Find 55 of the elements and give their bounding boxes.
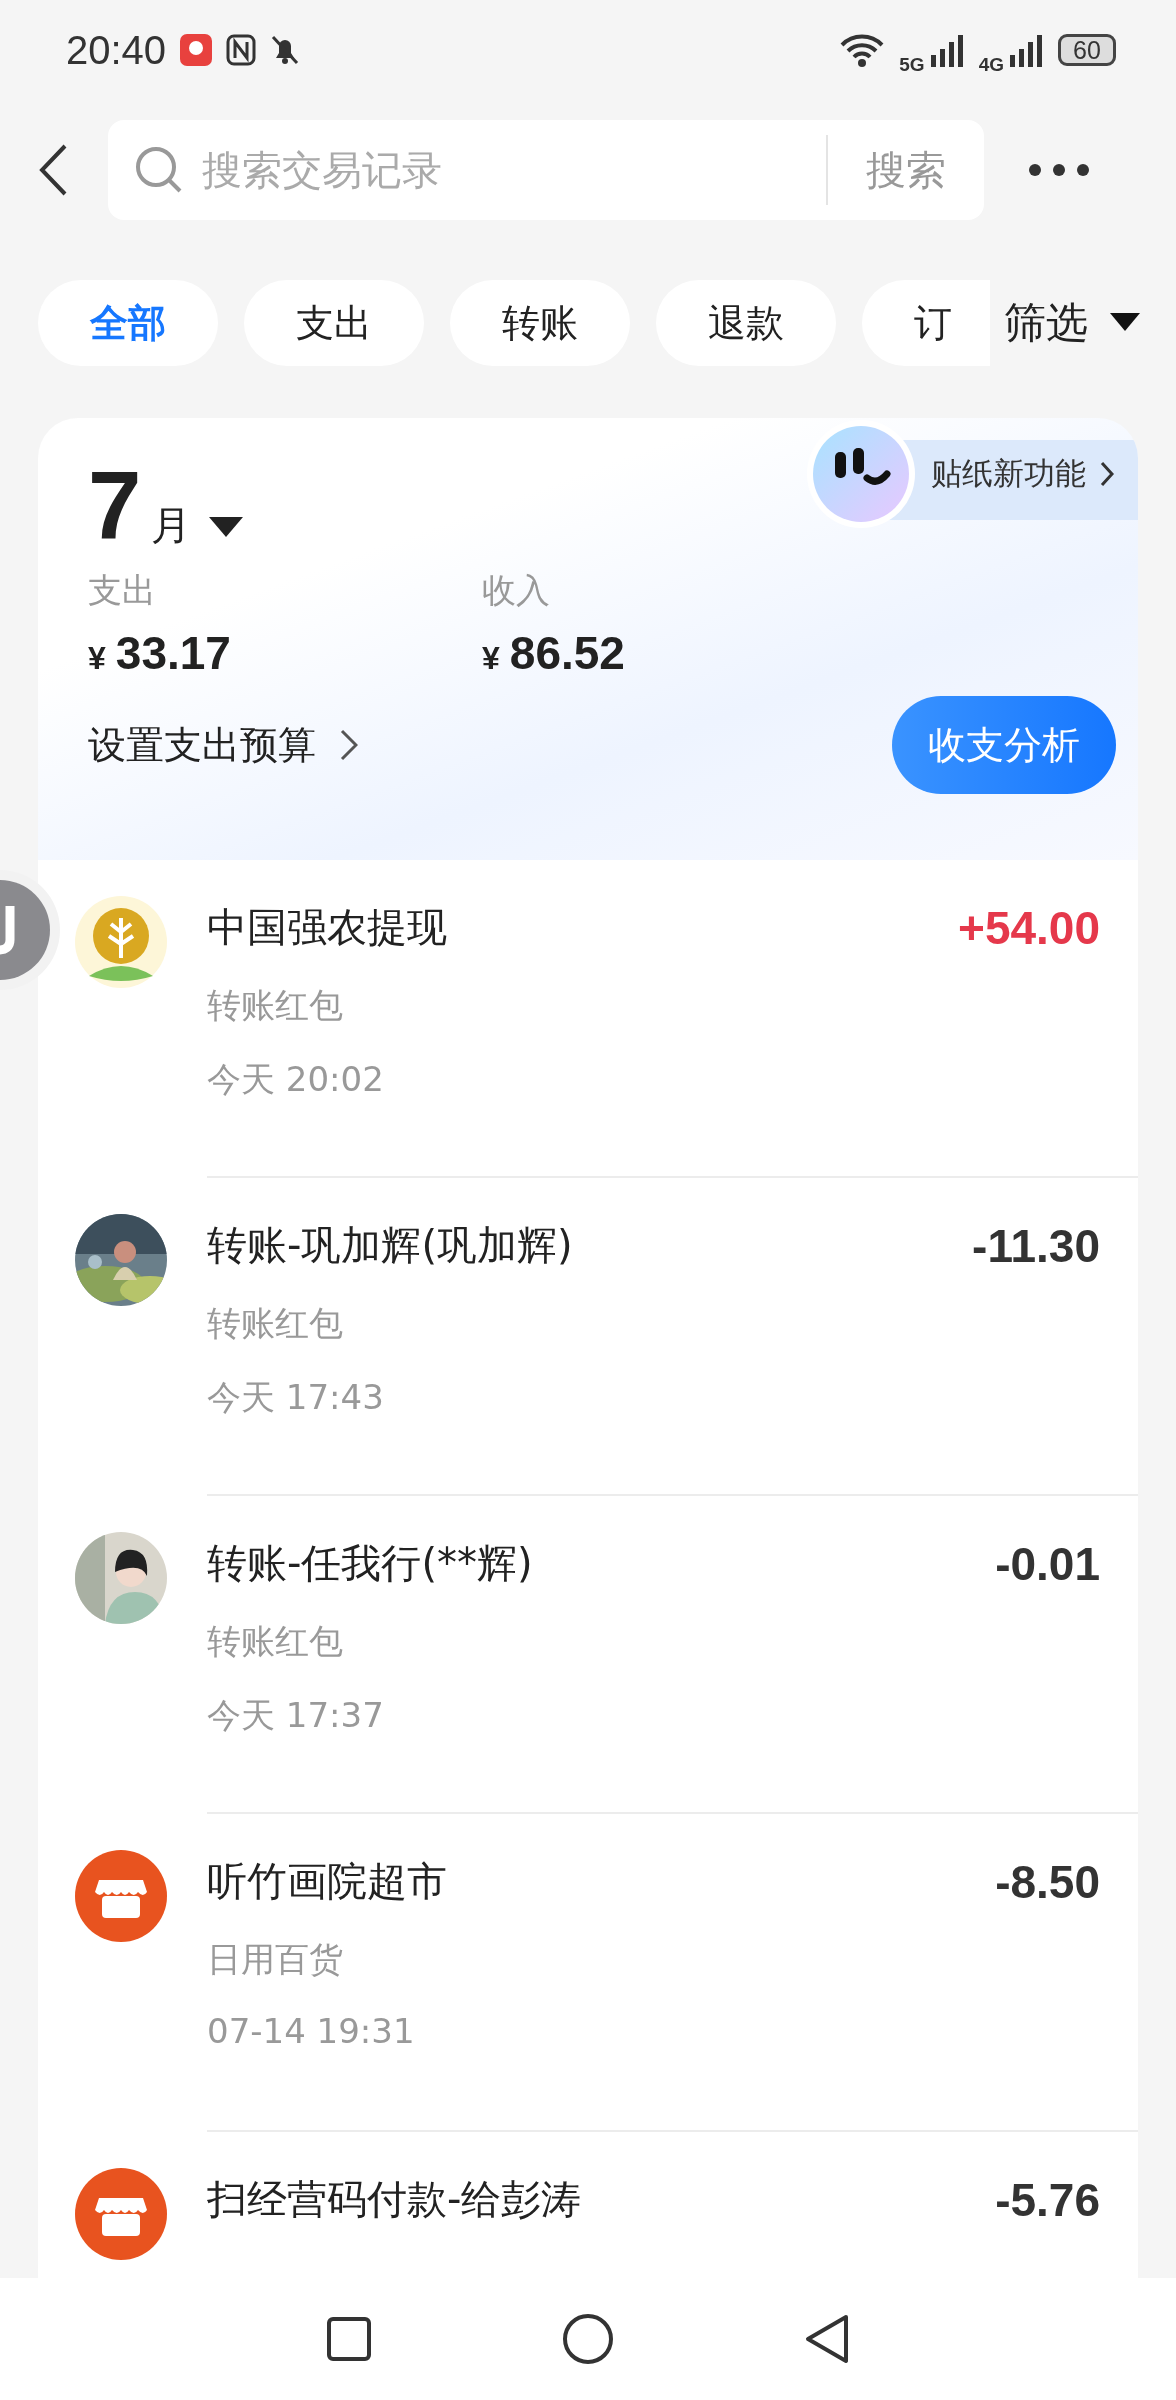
clock-time: 20:40 xyxy=(66,27,167,73)
stat-label: 支出 xyxy=(88,569,157,612)
transaction-category: 转账红包 xyxy=(207,1620,344,1663)
home-icon[interactable] xyxy=(562,2313,614,2365)
wifi-icon xyxy=(839,32,886,68)
transaction-category: 转账红包 xyxy=(207,984,344,1027)
chevron-right-icon xyxy=(340,729,358,761)
recents-icon[interactable] xyxy=(326,2316,372,2362)
filter-tab[interactable]: 全部 xyxy=(38,280,218,366)
transaction-amount: +54.00 xyxy=(958,900,1100,955)
transaction-amount: -11.30 xyxy=(972,1218,1100,1273)
transaction-title: 扫经营码付款-给彭涛 xyxy=(207,2175,582,2224)
transaction-amount: -8.50 xyxy=(995,1854,1100,1909)
back-icon[interactable] xyxy=(804,2313,850,2365)
transaction-category: 转账红包 xyxy=(207,1302,344,1345)
stat-amount: ¥ 33.17 xyxy=(88,626,232,680)
bell-muted-icon xyxy=(270,34,301,66)
search-icon xyxy=(134,145,184,195)
stat-label: 收入 xyxy=(482,569,551,612)
nfc-icon xyxy=(226,34,257,66)
transaction-time: 今天 17:43 xyxy=(207,1376,385,1419)
transaction-time: 今天 17:37 xyxy=(207,1694,385,1737)
transaction-amount: -0.01 xyxy=(995,1536,1100,1591)
budget-link[interactable]: 设置支出预算 xyxy=(88,719,358,771)
filter-tab[interactable]: 转账 xyxy=(450,280,630,366)
transaction-category: 日用百货 xyxy=(207,1938,344,1981)
month-number[interactable]: 7 xyxy=(88,458,142,554)
filter-tab[interactable]: 支出 xyxy=(244,280,424,366)
transaction-title: 听竹画院超市 xyxy=(207,1857,447,1906)
transaction-title: 转账-任我行(**辉) xyxy=(207,1539,533,1588)
transaction-title: 中国强农提现 xyxy=(207,903,447,952)
network-type-label: 5G xyxy=(899,54,925,76)
back-icon[interactable] xyxy=(38,143,68,197)
store-icon xyxy=(75,1850,167,1942)
battery-level: 60 xyxy=(1058,34,1116,66)
transaction-time: 07-14 19:31 xyxy=(207,2011,416,2051)
signal-icon xyxy=(930,33,965,67)
transaction-time: 今天 20:02 xyxy=(207,1058,385,1101)
analysis-button[interactable]: 收支分析 xyxy=(892,696,1116,794)
stat-amount: ¥ 86.52 xyxy=(482,626,626,680)
more-icon[interactable] xyxy=(1028,163,1090,177)
transaction-title: 转账-巩加辉(巩加辉) xyxy=(207,1221,573,1270)
filter-tab[interactable]: 退款 xyxy=(656,280,836,366)
promo-label: 贴纸新功能 xyxy=(931,454,1086,493)
dropdown-arrow-icon xyxy=(1110,313,1140,333)
dropdown-arrow-icon[interactable] xyxy=(209,517,244,539)
filter-tab[interactable]: 订 xyxy=(862,280,990,366)
store-icon xyxy=(75,2168,167,2260)
chevron-right-icon xyxy=(1100,461,1114,487)
network-type-label: 4G xyxy=(978,54,1004,76)
month-unit[interactable]: 月 xyxy=(151,498,192,553)
signal-icon xyxy=(1010,33,1044,67)
app-notification-icon xyxy=(180,34,213,66)
wheat-logo-icon xyxy=(75,896,167,988)
transaction-amount: -5.76 xyxy=(995,2172,1100,2227)
